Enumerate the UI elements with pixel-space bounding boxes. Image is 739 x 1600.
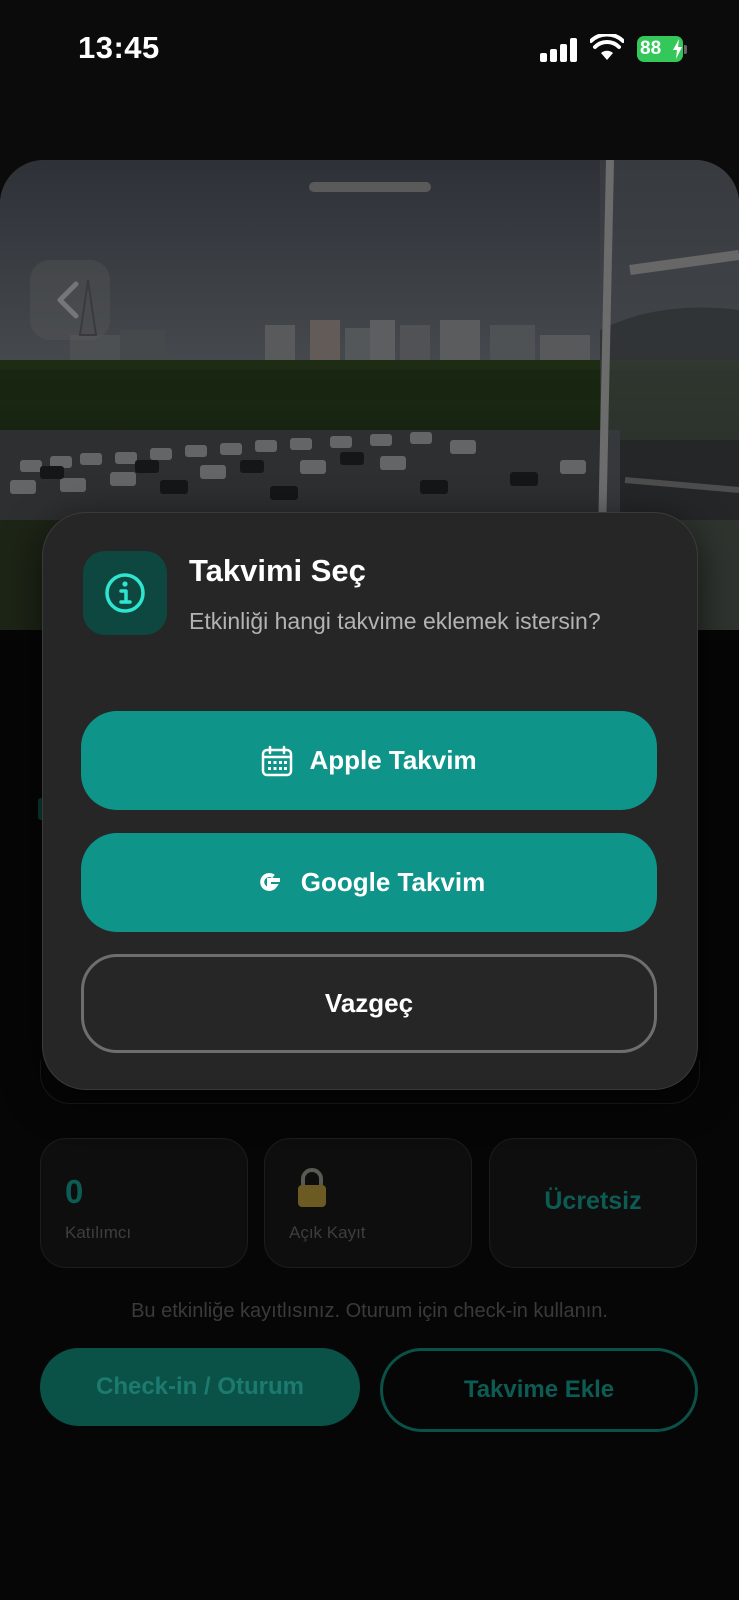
back-chevron-icon xyxy=(57,281,79,319)
info-icon-box xyxy=(83,551,167,635)
status-time: 13:45 xyxy=(78,30,160,65)
google-calendar-label: Google Takvim xyxy=(300,867,486,897)
apple-calendar-button[interactable]: Apple Takvim xyxy=(81,711,657,810)
registration-card: Açık Kayıt xyxy=(264,1138,472,1268)
registered-note: Bu etkinliğe kayıtlısınız. Oturum için c… xyxy=(131,1300,608,1322)
participants-count: 0 xyxy=(65,1173,84,1210)
wifi-icon xyxy=(590,34,624,60)
price-label: Ücretsiz xyxy=(544,1187,642,1215)
cancel-label: Vazgeç xyxy=(324,988,414,1018)
status-bar: 13:45 88 xyxy=(0,0,739,100)
apple-calendar-label: Apple Takvim xyxy=(309,745,477,775)
signal-icon xyxy=(540,38,578,62)
dialog-message: Etkinliği hangi takvime eklemek istersin… xyxy=(189,608,601,634)
calendar-icon xyxy=(262,745,293,776)
google-g-icon xyxy=(260,872,280,891)
sheet-grab-handle[interactable] xyxy=(309,182,431,192)
cancel-button[interactable]: Vazgeç xyxy=(81,954,657,1053)
google-calendar-button[interactable]: Google Takvim xyxy=(81,833,657,932)
screen: 13:45 88 0 Katılımcı Açık Kayıt Ücretsiz… xyxy=(0,0,739,1600)
registration-label: Açık Kayıt xyxy=(289,1223,366,1242)
participants-card: 0 Katılımcı xyxy=(40,1138,248,1268)
checkin-button[interactable]: Check-in / Oturum xyxy=(40,1348,360,1426)
calendar-choice-dialog: Takvimi Seç Etkinliği hangi takvime ekle… xyxy=(42,512,698,1090)
battery-icon: 88 xyxy=(637,36,687,62)
add-to-calendar-button[interactable]: Takvime Ekle xyxy=(380,1348,698,1432)
dialog-title: Takvimi Seç xyxy=(189,553,366,588)
battery-level: 88 xyxy=(640,38,662,59)
back-button[interactable] xyxy=(30,260,110,340)
participants-label: Katılımcı xyxy=(65,1223,132,1242)
info-icon xyxy=(105,573,145,613)
lock-icon xyxy=(298,1168,326,1207)
price-card: Ücretsiz xyxy=(489,1138,697,1268)
